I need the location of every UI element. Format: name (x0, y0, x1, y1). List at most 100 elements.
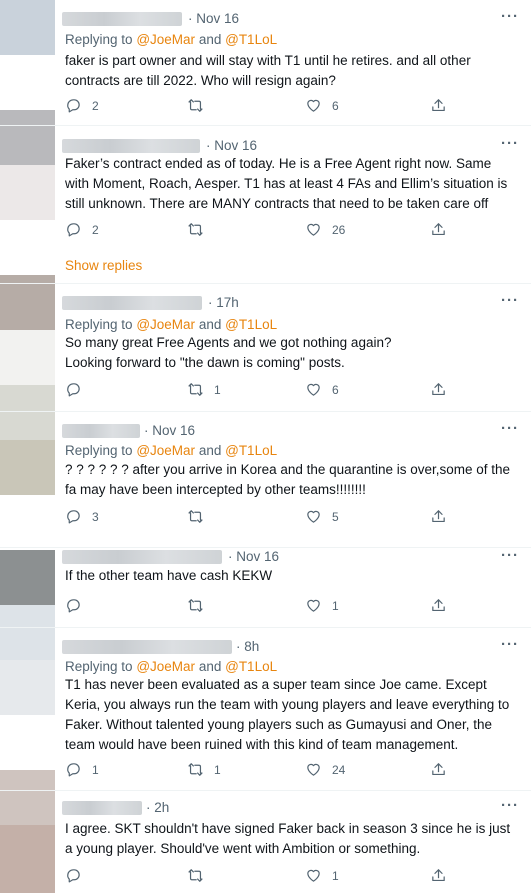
reply-button[interactable]: 2 (65, 221, 99, 238)
username-redacted[interactable] (62, 138, 200, 153)
tweet-header: · Nov 16 (62, 423, 195, 438)
share-button[interactable] (430, 381, 447, 398)
more-icon[interactable]: ··· (501, 135, 519, 152)
more-icon[interactable]: ··· (501, 547, 519, 564)
tweet-actions: 1 (65, 867, 465, 887)
retweet-button[interactable] (187, 221, 214, 238)
reply-button[interactable] (65, 381, 92, 398)
retweet-button[interactable] (187, 867, 214, 884)
reply-button[interactable] (65, 867, 92, 884)
retweet-button[interactable] (187, 508, 214, 525)
tweet[interactable]: · 8h ··· Replying to @JoeMar and @T1LoL … (0, 627, 531, 791)
reply-icon (65, 761, 82, 778)
reply-button[interactable]: 3 (65, 508, 99, 525)
like-icon (305, 221, 322, 238)
mention-link[interactable]: @T1LoL (225, 32, 277, 47)
tweet-text: I agree. SKT shouldn't have signed Faker… (65, 821, 511, 856)
username-redacted[interactable] (62, 639, 232, 654)
tweet-actions: 3 5 (65, 508, 465, 528)
tweet-actions: 1 (65, 597, 465, 617)
share-button[interactable] (430, 597, 447, 614)
like-button[interactable]: 5 (305, 508, 339, 525)
tweet-time[interactable]: · 17h (208, 295, 239, 310)
reply-button[interactable]: 1 (65, 761, 99, 778)
tweet-time[interactable]: · Nov 16 (144, 423, 195, 438)
retweet-button[interactable] (187, 97, 214, 114)
retweet-icon (187, 761, 204, 778)
tweet[interactable]: · 2h ··· I agree. SKT shouldn't have sig… (0, 790, 531, 893)
share-button[interactable] (430, 508, 447, 525)
reply-button[interactable]: 2 (65, 97, 99, 114)
retweet-button[interactable]: 1 (187, 761, 221, 778)
share-button[interactable] (430, 761, 447, 778)
username-redacted[interactable] (62, 800, 142, 815)
tweet-header: · Nov 16 (62, 11, 239, 26)
tweet-time[interactable]: · Nov 16 (206, 138, 257, 153)
reply-count: 1 (92, 762, 99, 777)
replying-to: Replying to @JoeMar and @T1LoL (65, 317, 278, 332)
reply-count: 2 (92, 222, 99, 237)
retweet-icon (187, 381, 204, 398)
more-icon[interactable]: ··· (501, 797, 519, 814)
tweet-text: If the other team have cash KEKW (65, 568, 273, 583)
retweet-button[interactable]: 1 (187, 381, 221, 398)
tweet-text: T1 has never been evaluated as a super t… (65, 677, 510, 752)
tweet-header: · 17h (62, 295, 239, 310)
username-redacted[interactable] (62, 295, 202, 310)
replying-to: Replying to @JoeMar and @T1LoL (65, 443, 278, 458)
more-icon[interactable]: ··· (501, 8, 519, 25)
reply-icon (65, 508, 82, 525)
mention-link[interactable]: @JoeMar (136, 659, 195, 674)
tweet-text: So many great Free Agents and we got not… (65, 335, 392, 370)
like-button[interactable]: 1 (305, 597, 339, 614)
reply-icon (65, 221, 82, 238)
reply-button[interactable] (65, 597, 92, 614)
tweet[interactable]: · Nov 16 ··· Replying to @JoeMar and @T1… (0, 411, 531, 548)
share-button[interactable] (430, 221, 447, 238)
tweet-header: · Nov 16 (62, 549, 279, 564)
mention-link[interactable]: @JoeMar (136, 443, 195, 458)
show-replies-link[interactable]: Show replies (65, 258, 142, 273)
like-button[interactable]: 1 (305, 867, 339, 884)
tweet[interactable]: · Nov 16 ··· Replying to @JoeMar and @T1… (0, 0, 531, 126)
mention-link[interactable]: @T1LoL (225, 317, 277, 332)
like-icon (305, 381, 322, 398)
like-button[interactable]: 26 (305, 221, 345, 238)
retweet-count: 1 (214, 382, 221, 397)
tweet[interactable]: · Nov 16 ··· If the other team have cash… (0, 547, 531, 628)
username-redacted[interactable] (62, 11, 182, 26)
share-button[interactable] (430, 867, 447, 884)
like-icon (305, 97, 322, 114)
tweet-time[interactable]: · Nov 16 (188, 11, 239, 26)
like-count: 26 (332, 222, 346, 237)
mention-link[interactable]: @JoeMar (136, 32, 195, 47)
tweet-time[interactable]: · Nov 16 (228, 549, 279, 564)
tweet-text: faker is part owner and will stay with T… (65, 53, 471, 88)
share-button[interactable] (430, 97, 447, 114)
reply-icon (65, 381, 82, 398)
like-count: 1 (332, 868, 339, 883)
share-icon (430, 97, 447, 114)
like-button[interactable]: 6 (305, 97, 339, 114)
like-icon (305, 761, 322, 778)
tweet[interactable]: · 17h ··· Replying to @JoeMar and @T1LoL… (0, 283, 531, 412)
like-button[interactable]: 6 (305, 381, 339, 398)
like-count: 6 (332, 382, 339, 397)
more-icon[interactable]: ··· (501, 636, 519, 653)
replying-to: Replying to @JoeMar and @T1LoL (65, 659, 278, 674)
username-redacted[interactable] (62, 423, 140, 438)
tweet[interactable]: · Nov 16 ··· Faker’s contract ended as o… (0, 125, 531, 284)
more-icon[interactable]: ··· (501, 292, 519, 309)
reply-icon (65, 867, 82, 884)
tweet-time[interactable]: · 8h (236, 639, 259, 654)
username-redacted[interactable] (62, 549, 222, 564)
mention-link[interactable]: @JoeMar (136, 317, 195, 332)
tweet-time[interactable]: · 2h (146, 800, 169, 815)
mention-link[interactable]: @T1LoL (225, 443, 277, 458)
like-count: 6 (332, 98, 339, 113)
share-icon (430, 867, 447, 884)
like-button[interactable]: 24 (305, 761, 345, 778)
retweet-button[interactable] (187, 597, 214, 614)
mention-link[interactable]: @T1LoL (225, 659, 277, 674)
more-icon[interactable]: ··· (501, 420, 519, 437)
